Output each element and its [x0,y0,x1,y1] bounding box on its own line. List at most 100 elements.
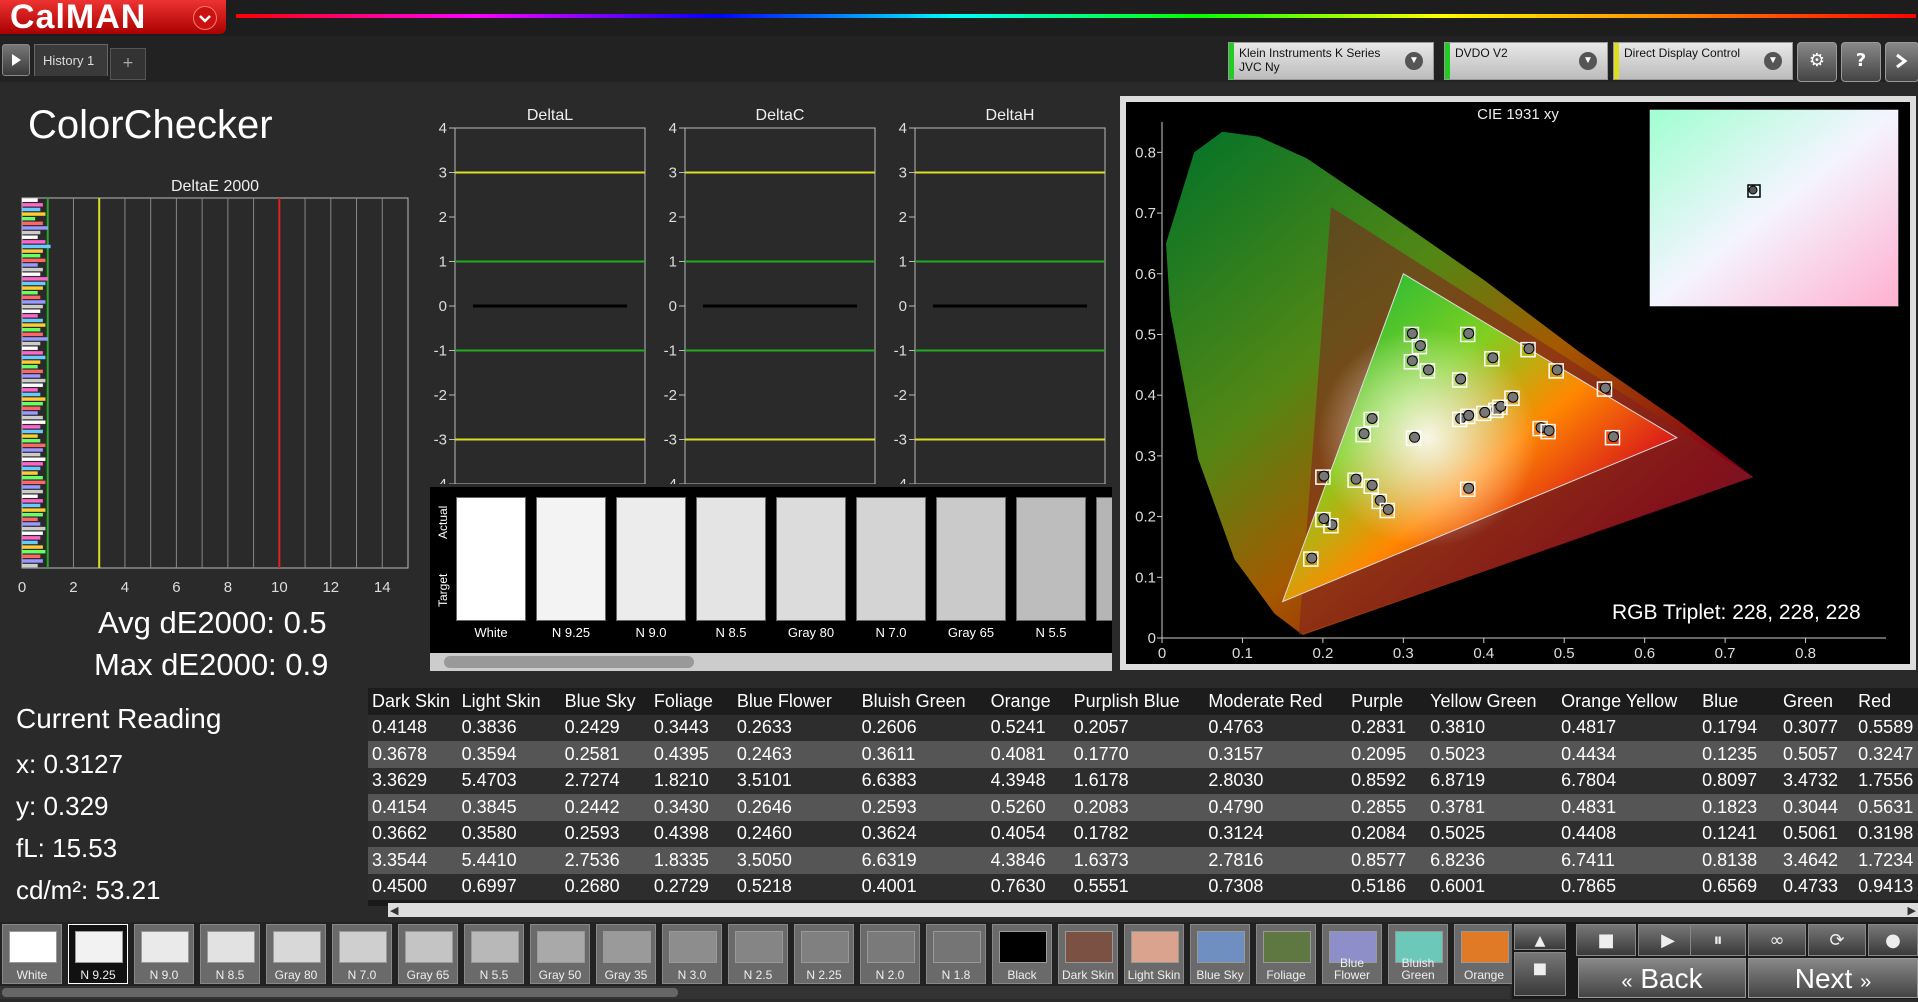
back-button[interactable]: « Back [1578,958,1746,998]
column-header[interactable]: Yellow Green [1426,688,1558,715]
patch-scrollbar[interactable] [0,986,1510,999]
deltae-bar [22,420,46,424]
patch-button[interactable]: Gray 65 [398,924,458,984]
hold-button[interactable]: ⏸ [1690,924,1746,956]
y-tick-label: -3 [664,432,677,449]
next-label: Next [1794,963,1853,994]
patch-label: N 1.8 [941,968,971,982]
patch-button[interactable]: Gray 80 [266,924,326,984]
column-header[interactable]: Dark Skin [368,688,458,715]
column-header[interactable]: Purple [1347,688,1427,715]
meter-selector[interactable]: Klein Instruments K Series JVC Ny ▼ [1228,42,1434,80]
stop-all-button[interactable]: ◼ [1514,952,1566,996]
table-cell: 0.5589 [1854,714,1918,741]
column-header[interactable]: Light Skin [457,688,561,715]
patch-button[interactable]: Orange [1454,924,1514,984]
deltae-bar [22,526,46,531]
scroll-right-icon[interactable]: ▶ [1908,904,1916,917]
deltae-bar [22,254,41,258]
collapse-button[interactable] [1885,42,1918,82]
patch-button[interactable]: N 9.25 [68,924,128,984]
table-scrollbar[interactable]: ◀ ▶ [388,903,1918,917]
scroll-left-icon[interactable]: ◀ [390,904,398,917]
patch-button[interactable]: N 5.5 [464,924,524,984]
patch-scroll-thumb[interactable] [2,988,678,997]
patch-button[interactable]: White [2,924,62,984]
patch-button[interactable]: Gray 50 [530,924,590,984]
patch-button[interactable]: Bluish Green [1388,924,1448,984]
patch-button[interactable]: Blue Flower [1322,924,1382,984]
swatch-scrollbar[interactable] [430,653,1112,671]
patch-button[interactable]: N 2.5 [728,924,788,984]
current-reading-title: Current Reading [16,703,222,734]
column-header[interactable]: Red [1854,688,1918,715]
help-button[interactable]: ? [1841,42,1881,82]
gear-icon: ● [1885,930,1901,951]
patch-button[interactable]: Dark Skin [1058,924,1118,984]
settings-button[interactable]: ⚙ [1797,42,1837,82]
source-selector[interactable]: DVDO V2 ▼ [1444,42,1608,80]
patch-button[interactable]: Gray 35 [596,924,656,984]
patch-label: Gray 35 [604,968,648,982]
up-button[interactable]: ▲ [1514,924,1566,950]
scrollbar-thumb[interactable] [444,656,694,668]
add-tab-button[interactable]: + [110,48,146,80]
display-selector[interactable]: Direct Display Control ▼ [1613,42,1793,80]
patch-button[interactable]: Light Skin [1124,924,1184,984]
column-header[interactable]: Orange Yellow [1557,688,1699,715]
measured-point [1366,479,1378,491]
patch-label: Black [1007,968,1037,982]
deltae-bar [22,346,38,350]
patch-button[interactable]: N 3.0 [662,924,722,984]
deltae-bar [22,272,41,276]
deltae-bar [22,383,43,387]
extra-button[interactable]: ● [1868,924,1918,956]
patch-button[interactable]: N 2.0 [860,924,920,984]
y-tick-label: 0.2 [1135,509,1156,526]
deltae-bar [22,360,41,364]
table-cell: 0.3443 [649,714,733,741]
tab-history[interactable]: History 1 [34,44,108,76]
play-icon[interactable] [2,44,30,76]
stop-button[interactable]: ■ [1576,924,1636,956]
measured-point [1406,327,1418,339]
table-cell: 0.4148 [368,714,458,741]
deltae-bar [22,244,51,249]
x-tick-label: 0.7 [1715,645,1736,662]
deltae-bar [22,304,43,309]
column-header[interactable]: Blue Sky [560,688,650,715]
app-menu-chevron-icon[interactable] [193,6,217,30]
column-header[interactable]: Orange [986,688,1070,715]
table-cell: 3.5101 [732,767,858,794]
measure-button[interactable]: ▶ [1638,924,1698,956]
patch-button[interactable]: N 7.0 [332,924,392,984]
patch-button[interactable]: Blue Sky [1190,924,1250,984]
patch-button[interactable]: N 2.25 [794,924,854,984]
patch-button[interactable]: N 8.5 [200,924,260,984]
y-tick-label: -1 [434,343,447,360]
patch-button[interactable]: N 1.8 [926,924,986,984]
patch-button[interactable]: Foliage [1256,924,1316,984]
column-header[interactable]: Green [1778,688,1855,715]
patch-button[interactable]: N 9.0 [134,924,194,984]
y-tick-label: 0.3 [1135,448,1156,465]
column-header[interactable]: Foliage [649,688,733,715]
deltae-bar [22,554,41,559]
data-table-container[interactable]: Dark Skin Light Skin Blue Sky Foliage Blue F… [368,688,1918,906]
deltae-bar [22,462,43,466]
next-button[interactable]: Next » [1748,958,1918,998]
column-header[interactable]: Blue [1698,688,1779,715]
patch-button[interactable]: Black [992,924,1052,984]
column-header[interactable]: Bluish Green [857,688,987,715]
auto-button[interactable]: ⟳ [1808,924,1866,956]
deltae-bar [22,240,46,244]
continuous-button[interactable]: ∞ [1748,924,1806,956]
column-header[interactable]: Moderate Red [1204,688,1348,715]
column-header[interactable]: Blue Flower [732,688,858,715]
deltae-bar [22,443,46,448]
table-cell: 0.4817 [1557,714,1699,741]
column-header[interactable]: Purplish Blue [1069,688,1205,715]
patch-label: White [16,968,48,982]
y-tick-label: -3 [894,432,907,449]
table-cell: 0.6569 [1698,873,1779,900]
